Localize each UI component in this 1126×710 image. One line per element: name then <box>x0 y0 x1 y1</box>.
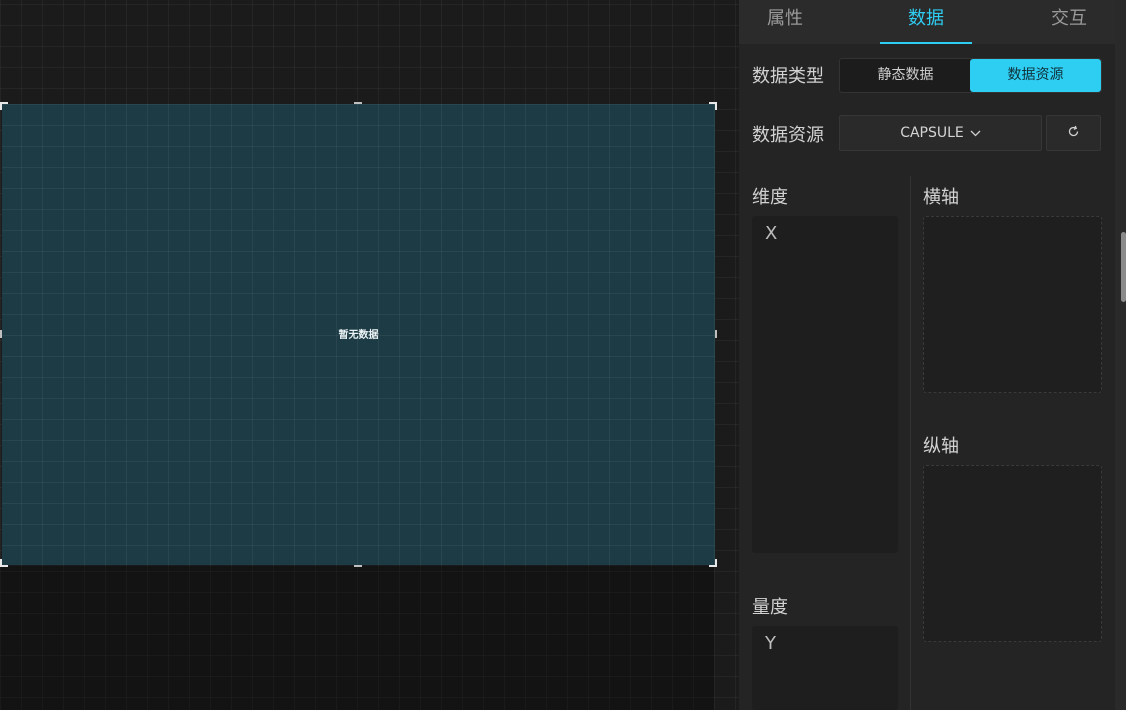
resize-handle-top-left[interactable] <box>0 102 8 110</box>
measure-label: 量度 <box>752 597 788 618</box>
tab-interaction[interactable]: 交互 <box>1023 0 1115 44</box>
tab-data[interactable]: 数据 <box>880 0 972 44</box>
field-x[interactable]: X <box>765 223 777 244</box>
active-tab-indicator <box>880 42 972 44</box>
resize-handle-right[interactable] <box>715 330 717 338</box>
tab-properties[interactable]: 属性 <box>739 0 831 44</box>
canvas-shade <box>0 566 714 710</box>
resize-handle-left[interactable] <box>0 330 2 338</box>
y-axis-drop-zone[interactable] <box>923 465 1102 642</box>
chevron-down-icon <box>970 117 981 151</box>
empty-state-text: 暂无数据 <box>338 330 379 341</box>
refresh-icon <box>1067 124 1080 142</box>
dimension-label: 维度 <box>752 187 788 208</box>
resize-handle-bottom-left[interactable] <box>0 559 8 567</box>
resize-handle-top[interactable] <box>354 102 362 104</box>
data-type-toggle: 静态数据 数据资源 <box>839 58 1102 93</box>
x-axis-label: 横轴 <box>923 187 959 208</box>
data-source-value: CAPSULE <box>900 125 964 141</box>
data-source-label: 数据资源 <box>752 125 824 146</box>
resize-handle-bottom[interactable] <box>354 565 362 567</box>
measure-field-list[interactable]: Y <box>752 626 898 710</box>
data-resource-option[interactable]: 数据资源 <box>970 59 1101 92</box>
panel-tabs: 属性 数据 交互 <box>739 0 1115 44</box>
resize-handle-bottom-right[interactable] <box>709 559 717 567</box>
data-source-select[interactable]: CAPSULE <box>839 115 1042 151</box>
panel-scrollbar-thumb[interactable] <box>1121 232 1126 302</box>
resize-handle-top-right[interactable] <box>709 102 717 110</box>
x-axis-drop-zone[interactable] <box>923 216 1102 393</box>
data-type-label: 数据类型 <box>752 66 824 87</box>
y-axis-label: 纵轴 <box>923 436 959 457</box>
static-data-option[interactable]: 静态数据 <box>840 59 971 92</box>
dimension-field-list[interactable]: X <box>752 216 898 553</box>
column-divider <box>910 176 911 710</box>
editor-canvas[interactable]: 暂无数据 <box>0 0 739 710</box>
field-y[interactable]: Y <box>765 633 776 654</box>
panel-scrollbar[interactable] <box>1115 0 1126 710</box>
refresh-button[interactable] <box>1046 115 1101 151</box>
chart-widget[interactable]: 暂无数据 <box>0 102 717 567</box>
property-panel: 属性 数据 交互 数据类型 静态数据 数据资源 数据资源 CAPSULE 维度 … <box>739 0 1115 710</box>
